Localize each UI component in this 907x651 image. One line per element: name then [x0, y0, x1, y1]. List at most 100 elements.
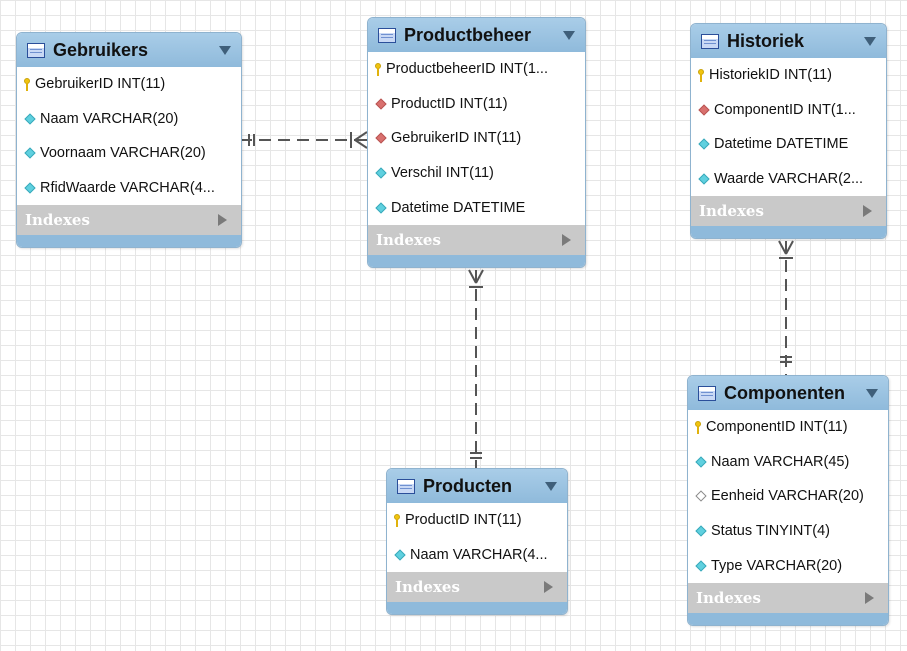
not-null-column-icon: [698, 173, 710, 185]
column-row[interactable]: Naam VARCHAR(20): [17, 102, 241, 137]
not-null-column-icon: [695, 525, 707, 537]
column-row[interactable]: ComponentID INT(11): [688, 410, 888, 445]
indexes-section[interactable]: Indexes: [691, 196, 886, 227]
table-header[interactable]: Historiek: [691, 24, 886, 58]
table-footer: [691, 226, 886, 239]
indexes-label: Indexes: [25, 211, 90, 230]
column-row[interactable]: Datetime DATETIME: [691, 127, 886, 162]
table-gebruikers[interactable]: Gebruikers GebruikerID INT(11) Naam VARC…: [16, 32, 242, 249]
column-label: RfidWaarde VARCHAR(4...: [40, 180, 215, 197]
not-null-column-icon: [375, 167, 387, 179]
indexes-section[interactable]: Indexes: [387, 572, 567, 603]
table-title: Productbeheer: [404, 24, 532, 45]
many-crowfoot-marker: [468, 269, 484, 284]
expand-arrow-icon[interactable]: [865, 591, 874, 604]
table-header[interactable]: Producten: [387, 469, 567, 503]
foreign-key-icon: [375, 98, 387, 110]
column-list: ComponentID INT(11) Naam VARCHAR(45) Een…: [688, 410, 888, 583]
expand-arrow-icon[interactable]: [863, 205, 872, 218]
table-footer: [17, 235, 241, 248]
expand-arrow-icon[interactable]: [562, 233, 571, 246]
column-row[interactable]: Waarde VARCHAR(2...: [691, 162, 886, 197]
column-row[interactable]: GebruikerID INT(11): [17, 67, 241, 102]
column-label: ProductID INT(11): [405, 512, 522, 529]
column-row[interactable]: Naam VARCHAR(45): [688, 445, 888, 480]
primary-key-icon: [375, 62, 381, 76]
column-label: HistoriekID INT(11): [709, 67, 832, 84]
collapse-arrow-icon[interactable]: [563, 30, 575, 40]
column-label: Status TINYINT(4): [711, 523, 830, 540]
column-row[interactable]: Verschil INT(11): [368, 156, 585, 191]
expand-arrow-icon[interactable]: [544, 581, 553, 594]
column-label: Eenheid VARCHAR(20): [711, 488, 864, 505]
not-null-column-icon: [394, 549, 406, 561]
not-null-column-icon: [24, 182, 36, 194]
indexes-section[interactable]: Indexes: [688, 582, 888, 613]
column-list: ProductID INT(11) Naam VARCHAR(4...: [387, 503, 567, 572]
column-row[interactable]: Type VARCHAR(20): [688, 548, 888, 583]
column-row[interactable]: Naam VARCHAR(4...: [387, 538, 567, 573]
column-label: Datetime DATETIME: [391, 199, 526, 216]
foreign-key-icon: [698, 104, 710, 116]
table-icon: [378, 27, 396, 43]
indexes-label: Indexes: [696, 588, 761, 607]
table-footer: [368, 254, 585, 267]
column-row[interactable]: ProductbeheerID INT(1...: [368, 52, 585, 87]
column-label: Naam VARCHAR(45): [711, 453, 850, 470]
not-null-column-icon: [695, 560, 707, 572]
collapse-arrow-icon[interactable]: [866, 388, 878, 398]
table-footer: [688, 612, 888, 625]
collapse-arrow-icon[interactable]: [219, 45, 231, 55]
column-row[interactable]: ComponentID INT(1...: [691, 93, 886, 128]
column-label: GebruikerID INT(11): [391, 130, 522, 147]
many-crowfoot-marker: [354, 131, 368, 149]
table-producten[interactable]: Producten ProductID INT(11) Naam VARCHAR…: [386, 468, 568, 616]
column-label: GebruikerID INT(11): [35, 76, 166, 93]
column-row[interactable]: ProductID INT(11): [387, 503, 567, 538]
column-row[interactable]: HistoriekID INT(11): [691, 58, 886, 93]
indexes-section[interactable]: Indexes: [17, 205, 241, 236]
not-null-column-icon: [375, 202, 387, 214]
column-label: ComponentID INT(11): [706, 419, 848, 436]
table-icon: [698, 385, 716, 401]
column-label: Voornaam VARCHAR(20): [40, 145, 206, 162]
indexes-label: Indexes: [395, 578, 460, 597]
column-label: Waarde VARCHAR(2...: [714, 171, 864, 188]
table-footer: [387, 602, 567, 615]
not-null-column-icon: [24, 113, 36, 125]
table-icon: [397, 478, 415, 494]
column-label: ProductbeheerID INT(1...: [386, 61, 548, 78]
foreign-key-icon: [375, 132, 387, 145]
indexes-section[interactable]: Indexes: [368, 224, 585, 255]
collapse-arrow-icon[interactable]: [864, 36, 876, 46]
column-label: Type VARCHAR(20): [711, 557, 843, 574]
column-label: Naam VARCHAR(20): [40, 110, 179, 127]
expand-arrow-icon[interactable]: [218, 214, 227, 227]
column-label: ComponentID INT(1...: [714, 101, 856, 118]
column-row[interactable]: Status TINYINT(4): [688, 514, 888, 549]
column-row[interactable]: Datetime DATETIME: [368, 190, 585, 225]
column-label: Datetime DATETIME: [714, 136, 849, 153]
column-row[interactable]: Eenheid VARCHAR(20): [688, 479, 888, 514]
column-list: HistoriekID INT(11) ComponentID INT(1...…: [691, 58, 886, 196]
table-componenten[interactable]: Componenten ComponentID INT(11) Naam VAR…: [687, 375, 889, 626]
table-header[interactable]: Componenten: [688, 376, 888, 410]
table-historiek[interactable]: Historiek HistoriekID INT(11) ComponentI…: [690, 23, 887, 240]
indexes-label: Indexes: [699, 202, 764, 221]
primary-key-icon: [394, 513, 400, 527]
many-crowfoot-marker: [778, 240, 794, 255]
column-row[interactable]: ProductID INT(11): [368, 87, 585, 122]
table-header[interactable]: Productbeheer: [368, 18, 585, 52]
column-row[interactable]: GebruikerID INT(11): [368, 121, 585, 156]
table-header[interactable]: Gebruikers: [17, 33, 241, 67]
table-icon: [701, 33, 719, 49]
indexes-label: Indexes: [376, 230, 441, 249]
primary-key-icon: [698, 68, 704, 82]
table-title: Producten: [423, 475, 513, 496]
table-icon: [27, 42, 45, 58]
collapse-arrow-icon[interactable]: [545, 481, 557, 491]
table-productbeheer[interactable]: Productbeheer ProductbeheerID INT(1... P…: [367, 17, 586, 268]
column-row[interactable]: RfidWaarde VARCHAR(4...: [17, 171, 241, 206]
column-row[interactable]: Voornaam VARCHAR(20): [17, 136, 241, 171]
column-list: ProductbeheerID INT(1... ProductID INT(1…: [368, 52, 585, 225]
